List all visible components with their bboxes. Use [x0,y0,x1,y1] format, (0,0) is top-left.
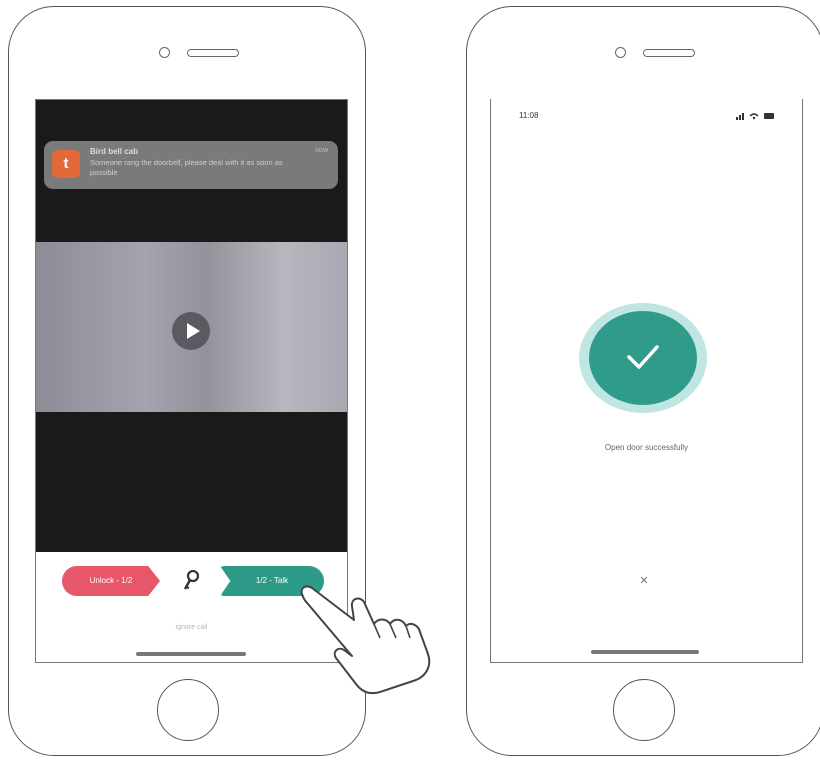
home-indicator [591,650,699,654]
app-icon: t [52,150,80,178]
success-badge [589,311,697,405]
notification-message: Someone rang the doorbell, please deal w… [90,158,283,177]
unlock-button[interactable]: Unlock - 1/2 [62,566,160,596]
check-icon [627,345,659,369]
key-icon [183,570,200,590]
front-camera [615,47,626,58]
home-button[interactable] [157,679,219,741]
notification-title: Bird bell cab [90,147,139,156]
push-notification[interactable]: t Bird bell cab now Someone rang the doo… [44,141,338,189]
signal-wifi-battery-icon [736,113,774,120]
pointing-hand-icon [300,585,431,695]
play-button[interactable] [172,312,210,350]
status-bar: 11:08 [491,111,802,125]
success-message: Open door successfully [604,443,689,452]
home-indicator [136,652,246,656]
notification-time: now [315,147,328,154]
right-phone: 11:08 Open door successfully ✕ [466,6,820,756]
play-icon [187,323,200,339]
front-camera [159,47,170,58]
video-area: t Bird bell cab now Someone rang the doo… [36,100,347,552]
success-screen: 11:08 Open door successfully ✕ [490,99,803,663]
home-button[interactable] [613,679,675,741]
status-time: 11:08 [519,111,539,120]
status-icons [736,111,776,122]
close-icon[interactable]: ✕ [638,575,650,587]
incoming-call-screen: t Bird bell cab now Someone rang the doo… [35,99,348,663]
earpiece-speaker [187,49,239,57]
earpiece-speaker [643,49,695,57]
